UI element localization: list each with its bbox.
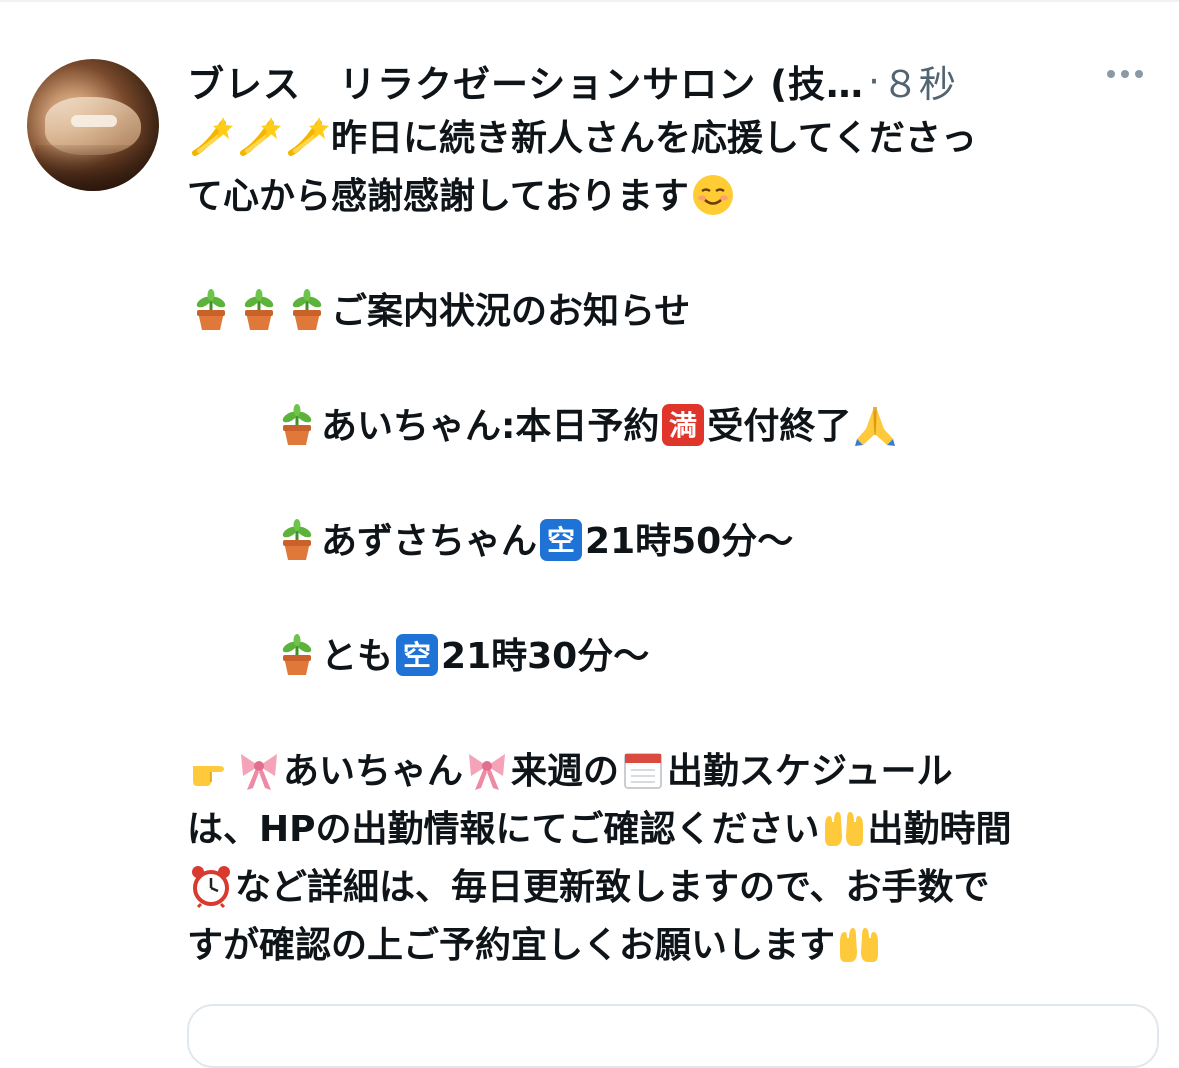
text-segment: は、HPの出勤情報にてご確認ください bbox=[187, 809, 820, 850]
text-line: は、HPの出勤情報にてご確認ください 出勤時間 bbox=[187, 801, 1162, 859]
text-segment: あいちゃん:本日予約 bbox=[321, 406, 660, 447]
text-segment: とも bbox=[321, 636, 394, 677]
dizzy-icon bbox=[192, 117, 233, 156]
text-line: すが確認の上ご予約宜しくお願いします bbox=[187, 917, 1162, 975]
pointing-hand-icon bbox=[193, 766, 224, 786]
separator: · bbox=[868, 59, 880, 103]
text-segment: あいちゃん bbox=[283, 751, 464, 792]
text-line: など詳細は、毎日更新致しますので、お手数で bbox=[187, 859, 1162, 917]
palms-up-icon bbox=[840, 928, 879, 962]
potted-plant-icon bbox=[244, 289, 274, 330]
potted-plant-icon bbox=[282, 519, 312, 560]
text-line: あずさちゃん空 21時50分〜 bbox=[187, 513, 1162, 571]
calendar-icon bbox=[624, 753, 663, 789]
text-segment: 来週の bbox=[511, 751, 620, 792]
ribbon-icon bbox=[469, 754, 506, 790]
potted-plant-icon bbox=[282, 634, 312, 675]
full-sign-icon: 満 bbox=[662, 404, 705, 446]
smiling-face-icon bbox=[692, 175, 733, 215]
more-icon[interactable] bbox=[1107, 70, 1143, 78]
text-segment: など詳細は、毎日更新致しますので、お手数で bbox=[235, 867, 990, 908]
post-body: 昨日に続き新人さんを応援してくださっ て心から感謝感謝しております ご案内状況の… bbox=[187, 110, 1162, 975]
dizzy-icon bbox=[240, 117, 281, 156]
vacant-badge-text: 空 bbox=[403, 639, 431, 672]
text-segment: て心から感謝感謝しております bbox=[187, 176, 689, 217]
text-segment: ご案内状況のお知らせ bbox=[331, 291, 691, 332]
text-segment: あずさちゃん bbox=[321, 521, 538, 562]
text-segment: 21時50分〜 bbox=[585, 521, 794, 562]
text-line: とも空 21時30分〜 bbox=[187, 628, 1162, 686]
media-card[interactable] bbox=[187, 1004, 1159, 1068]
potted-plant-icon bbox=[196, 289, 226, 330]
text-line: あいちゃん 来週の 出勤スケジュール bbox=[187, 743, 1162, 801]
text-segment: 昨日に続き新人さんを応援してくださっ bbox=[331, 118, 977, 159]
author-name[interactable]: ブレス リラクゼーションサロン (技… bbox=[187, 54, 864, 108]
text-segment: すが確認の上ご予約宜しくお願いします bbox=[187, 925, 836, 966]
text-segment: 21時30分〜 bbox=[441, 636, 650, 677]
potted-plant-icon bbox=[282, 404, 312, 445]
text-segment: 出勤スケジュール bbox=[667, 751, 953, 792]
dizzy-icon bbox=[288, 117, 329, 156]
full-badge-text: 満 bbox=[669, 409, 697, 442]
vacant-sign-icon: 空 bbox=[540, 519, 583, 561]
text-line: て心から感謝感謝しております bbox=[187, 168, 1162, 226]
avatar[interactable] bbox=[27, 59, 159, 191]
folded-hands-icon bbox=[855, 406, 896, 446]
vacant-sign-icon: 空 bbox=[396, 634, 439, 676]
palms-up-icon bbox=[824, 812, 863, 846]
timestamp[interactable]: ８秒 bbox=[882, 54, 956, 108]
top-divider bbox=[0, 0, 1179, 2]
text-line: ご案内状況のお知らせ bbox=[187, 283, 1162, 341]
ribbon-icon bbox=[241, 754, 277, 790]
text-segment: 出勤時間 bbox=[867, 809, 1012, 850]
text-segment: 受付終了 bbox=[707, 406, 852, 447]
text-line: 昨日に続き新人さんを応援してくださっ bbox=[187, 110, 1162, 168]
potted-plant-icon bbox=[292, 289, 322, 330]
text-line: あいちゃん:本日予約満受付終了 bbox=[187, 398, 1162, 456]
post-header: ブレス リラクゼーションサロン (技… · ８秒 bbox=[187, 54, 1159, 108]
vacant-badge-text: 空 bbox=[547, 524, 575, 557]
alarm-clock-icon bbox=[192, 866, 230, 908]
